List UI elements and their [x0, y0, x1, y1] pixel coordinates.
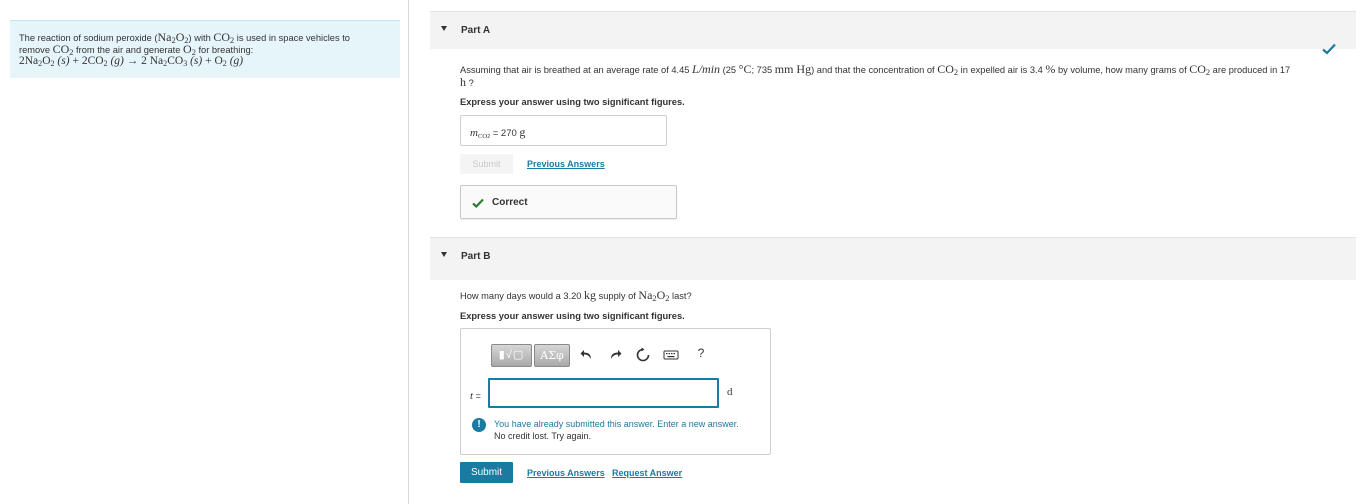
- part-a-answer-display: mCO2 = 270 g: [460, 115, 667, 146]
- collapse-caret-icon[interactable]: [441, 26, 447, 31]
- request-answer-link[interactable]: Request Answer: [612, 468, 682, 478]
- part-b-answer-input[interactable]: [488, 378, 719, 408]
- part-b-submit-button[interactable]: Submit: [460, 462, 513, 483]
- parts-panel: Part A Assuming that air is breathed at …: [410, 0, 1366, 504]
- part-a-correct-feedback: Correct: [460, 185, 677, 219]
- part-a-question: Assuming that air is breathed at an aver…: [460, 62, 1291, 89]
- help-button[interactable]: ?: [693, 346, 709, 362]
- part-b-title: Part B: [461, 251, 491, 262]
- correct-label: Correct: [492, 197, 528, 208]
- problem-intro: The reaction of sodium peroxide (Na2O2) …: [10, 20, 400, 78]
- reset-icon[interactable]: [635, 347, 651, 363]
- intro-line-1: The reaction of sodium peroxide (Na2O2) …: [19, 30, 350, 45]
- redo-icon[interactable]: [607, 347, 623, 363]
- answer-variable-label: t =: [470, 390, 481, 402]
- part-b-previous-answers-link[interactable]: Previous Answers: [527, 468, 605, 478]
- problem-panel: The reaction of sodium peroxide (Na2O2) …: [0, 0, 409, 504]
- collapse-caret-icon[interactable]: [441, 252, 447, 257]
- templates-button[interactable]: ▮√▢: [491, 344, 532, 367]
- part-b-answer-panel: ▮√▢ ΑΣφ ? t = d ! You have already submi…: [460, 328, 771, 455]
- answer-unit: d: [727, 386, 733, 398]
- completed-check-icon: [1322, 43, 1336, 55]
- part-a-previous-answers-link[interactable]: Previous Answers: [527, 159, 605, 169]
- part-b-question: How many days would a 3.20 kg supply of …: [460, 288, 692, 303]
- warning-message: You have already submitted this answer. …: [494, 419, 739, 429]
- intro-line-2: remove CO2 from the air and generate O2 …: [19, 41, 254, 57]
- part-a-instruction: Express your answer using two significan…: [460, 97, 685, 107]
- part-b-header[interactable]: Part B: [430, 237, 1356, 280]
- warning-icon: !: [472, 418, 486, 432]
- undo-icon[interactable]: [579, 347, 595, 363]
- reaction-equation: 2Na2O2 (s) + 2CO2 (g) → 2 Na2CO3 (s) + O…: [19, 55, 244, 68]
- part-a-header[interactable]: Part A: [430, 11, 1356, 49]
- part-a-submit-button[interactable]: Submit: [460, 154, 513, 174]
- correct-check-icon: [472, 198, 484, 208]
- part-a-title: Part A: [461, 25, 491, 36]
- warning-submessage: No credit lost. Try again.: [494, 431, 592, 441]
- part-b-instruction: Express your answer using two significan…: [460, 311, 685, 321]
- keyboard-icon[interactable]: [663, 347, 679, 363]
- greek-symbols-button[interactable]: ΑΣφ: [534, 344, 570, 367]
